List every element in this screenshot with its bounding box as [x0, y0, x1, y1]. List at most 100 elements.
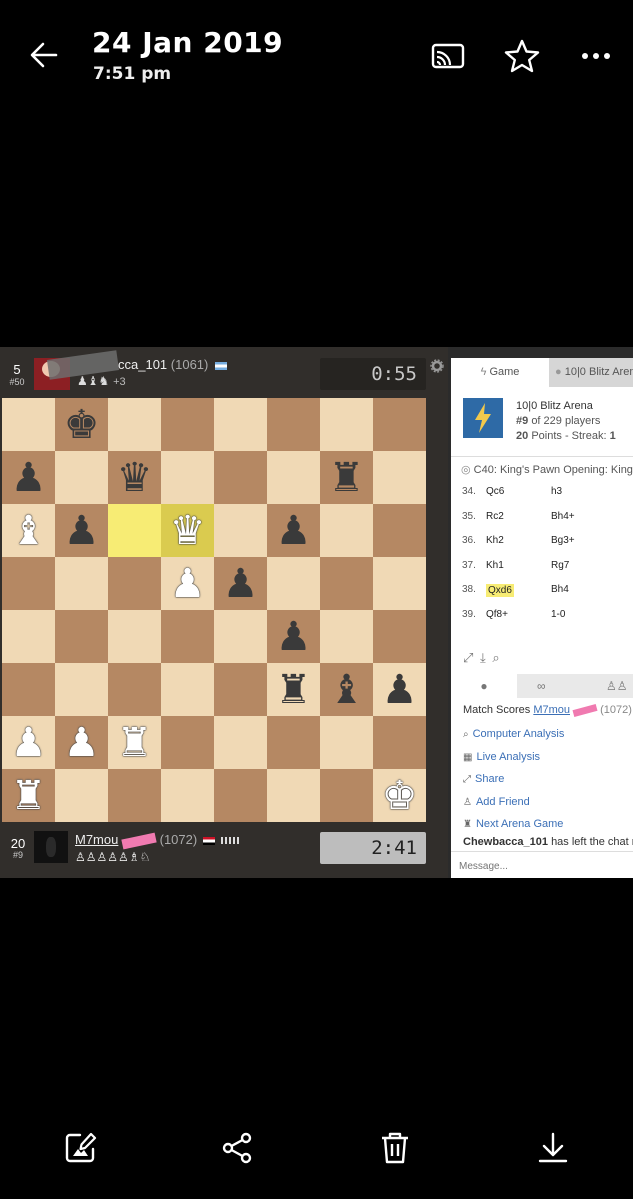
black-bishop-piece[interactable]: ♝	[329, 670, 365, 710]
square-f6[interactable]: ♟	[267, 504, 320, 557]
chat-message-input[interactable]	[451, 852, 633, 878]
square-b1[interactable]	[55, 769, 108, 822]
square-a1[interactable]: ♜	[2, 769, 55, 822]
white-pawn-piece[interactable]: ♟	[170, 564, 206, 604]
move-black[interactable]: h3	[551, 486, 562, 497]
move-black[interactable]: Rg7	[551, 560, 569, 571]
move-black[interactable]: Bh4	[551, 584, 569, 595]
share-link[interactable]: ⤢ Share	[451, 769, 504, 787]
move-black[interactable]: Bh4+	[551, 511, 575, 522]
white-pawn-piece[interactable]: ♟	[64, 723, 100, 763]
white-rook-piece[interactable]: ♜	[11, 776, 47, 816]
square-f5[interactable]	[267, 557, 320, 610]
square-a7[interactable]: ♟	[2, 451, 55, 504]
chess-board[interactable]: ♚ ♟ ♛ ♜ ♝ ♟ ♛ ♟ ♟ ♟ ♟ ♜ ♝ ♟ ♟ ♟ ♜ ♜ ♚	[2, 398, 426, 822]
square-d1[interactable]	[161, 769, 214, 822]
square-g1[interactable]	[320, 769, 373, 822]
white-king-piece[interactable]: ♚	[382, 776, 418, 816]
tab-arena[interactable]: ● 10|0 Blitz Arena	[549, 358, 633, 387]
top-player-name[interactable]: cca_101	[118, 357, 167, 372]
analysis-icon[interactable]: ⌕	[492, 650, 499, 665]
square-g7[interactable]: ♜	[320, 451, 373, 504]
square-h7[interactable]	[373, 451, 426, 504]
move-black[interactable]: Bg3+	[551, 535, 575, 546]
square-b6[interactable]: ♟	[55, 504, 108, 557]
download-icon[interactable]: ⤓	[480, 650, 486, 665]
square-h4[interactable]	[373, 610, 426, 663]
square-h1[interactable]: ♚	[373, 769, 426, 822]
white-pawn-piece[interactable]: ♟	[11, 723, 47, 763]
square-b3[interactable]	[55, 663, 108, 716]
square-b2[interactable]: ♟	[55, 716, 108, 769]
live-analysis-link[interactable]: ▦ Live Analysis	[451, 747, 540, 765]
black-pawn-piece[interactable]: ♟	[64, 511, 100, 551]
black-queen-piece[interactable]: ♛	[117, 458, 153, 498]
back-arrow-icon[interactable]	[28, 38, 60, 72]
square-b5[interactable]	[55, 557, 108, 610]
download-icon[interactable]	[535, 1130, 571, 1166]
square-b8[interactable]: ♚	[55, 398, 108, 451]
square-e3[interactable]	[214, 663, 267, 716]
square-g6[interactable]	[320, 504, 373, 557]
add-friend-link[interactable]: ♙ Add Friend	[451, 792, 530, 810]
square-e7[interactable]	[214, 451, 267, 504]
edit-photo-icon[interactable]	[62, 1130, 98, 1166]
move-white[interactable]: Kh1	[486, 560, 504, 571]
users-icon[interactable]: ♙♙	[606, 674, 628, 698]
square-f3[interactable]: ♜	[267, 663, 320, 716]
square-a4[interactable]	[2, 610, 55, 663]
match-scores-player[interactable]: M7mou	[533, 704, 570, 716]
square-g8[interactable]	[320, 398, 373, 451]
square-c4[interactable]	[108, 610, 161, 663]
settings-gear-icon[interactable]	[430, 359, 444, 373]
square-e5[interactable]: ♟	[214, 557, 267, 610]
square-e1[interactable]	[214, 769, 267, 822]
move-black[interactable]: 1-0	[551, 609, 565, 620]
square-d5[interactable]: ♟	[161, 557, 214, 610]
square-c1[interactable]	[108, 769, 161, 822]
square-e6[interactable]	[214, 504, 267, 557]
square-d4[interactable]	[161, 610, 214, 663]
cast-icon[interactable]	[430, 40, 466, 72]
move-white[interactable]: Qxd6	[486, 584, 514, 597]
square-d8[interactable]	[161, 398, 214, 451]
square-a5[interactable]	[2, 557, 55, 610]
square-h3[interactable]: ♟	[373, 663, 426, 716]
square-f2[interactable]	[267, 716, 320, 769]
square-e4[interactable]	[214, 610, 267, 663]
binoculars-icon[interactable]: ∞	[537, 674, 546, 698]
square-g3[interactable]: ♝	[320, 663, 373, 716]
square-h8[interactable]	[373, 398, 426, 451]
square-a2[interactable]: ♟	[2, 716, 55, 769]
move-white[interactable]: Kh2	[486, 535, 504, 546]
square-d7[interactable]	[161, 451, 214, 504]
square-h2[interactable]	[373, 716, 426, 769]
bottom-player-name[interactable]: M7mou	[75, 832, 118, 847]
square-g4[interactable]	[320, 610, 373, 663]
black-pawn-piece[interactable]: ♟	[276, 511, 312, 551]
square-b4[interactable]	[55, 610, 108, 663]
square-c5[interactable]	[108, 557, 161, 610]
next-arena-game-link[interactable]: ♜ Next Arena Game	[451, 814, 563, 832]
move-white[interactable]: Rc2	[486, 511, 504, 522]
white-rook-piece[interactable]: ♜	[117, 723, 153, 763]
favorite-star-icon[interactable]	[503, 38, 541, 74]
square-a6[interactable]: ♝	[2, 504, 55, 557]
square-f4[interactable]: ♟	[267, 610, 320, 663]
square-b7[interactable]	[55, 451, 108, 504]
chat-tab-icon[interactable]: ●	[451, 674, 517, 698]
share-icon[interactable]	[219, 1130, 255, 1166]
square-c7[interactable]: ♛	[108, 451, 161, 504]
square-g5[interactable]	[320, 557, 373, 610]
white-queen-piece[interactable]: ♛	[170, 511, 206, 551]
square-d3[interactable]	[161, 663, 214, 716]
black-king-piece[interactable]: ♚	[64, 405, 100, 445]
white-bishop-piece[interactable]: ♝	[11, 511, 47, 551]
square-f7[interactable]	[267, 451, 320, 504]
square-f8[interactable]	[267, 398, 320, 451]
square-a8[interactable]	[2, 398, 55, 451]
square-e8[interactable]	[214, 398, 267, 451]
black-pawn-piece[interactable]: ♟	[11, 458, 47, 498]
square-f1[interactable]	[267, 769, 320, 822]
square-c3[interactable]	[108, 663, 161, 716]
